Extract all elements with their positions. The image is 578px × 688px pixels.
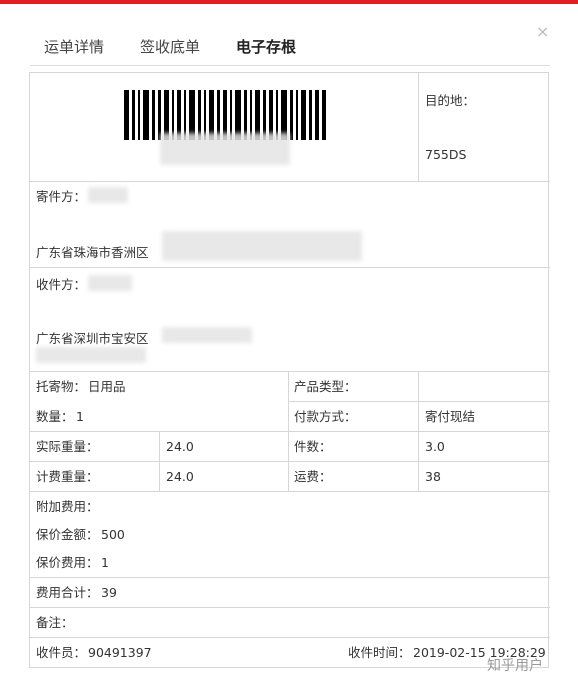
tab-receipt-bottom[interactable]: 签收底单 — [140, 36, 200, 57]
tab-electronic-stub[interactable]: 电子存根 — [236, 36, 296, 57]
fee-total-label: 费用合计： — [36, 585, 99, 600]
pieces-label: 件数： — [294, 439, 332, 454]
pieces-value: 3.0 — [425, 439, 445, 454]
divider — [30, 181, 550, 182]
divider — [30, 637, 550, 638]
fee-total-value: 39 — [101, 585, 117, 600]
tab-bar: 运单详情 签收底单 电子存根 — [30, 30, 550, 66]
insurance-fee-label: 保价费用： — [36, 555, 99, 570]
freight-value: 38 — [425, 469, 441, 484]
waybill-stub-card: 目的地： 755DS 寄件方： 广东省珠海市香洲区 收件方： 广东省深圳市宝安区… — [29, 72, 550, 668]
product-type-label: 产品类型： — [294, 379, 357, 394]
quantity-label: 数量： — [36, 409, 74, 424]
receiver-label: 收件方： — [36, 277, 87, 292]
divider — [418, 73, 419, 181]
tab-waybill-details[interactable]: 运单详情 — [44, 36, 104, 57]
pickup-time-label: 收件时间： — [348, 645, 411, 660]
divider — [30, 371, 550, 372]
redacted-sender-name — [88, 187, 128, 203]
receiver-address: 广东省深圳市宝安区 — [36, 331, 149, 346]
actual-weight-label: 实际重量： — [36, 439, 99, 454]
collector-value: 90491397 — [88, 645, 152, 660]
insured-amount-label: 保价金额： — [36, 527, 99, 542]
goods-value: 日用品 — [88, 379, 126, 394]
divider — [30, 431, 550, 432]
divider — [30, 577, 550, 578]
quantity-value: 1 — [76, 409, 84, 424]
payment-label: 付款方式： — [294, 409, 357, 424]
divider — [30, 607, 550, 608]
sender-address: 广东省珠海市香洲区 — [36, 245, 149, 260]
destination-label: 目的地： — [425, 93, 476, 108]
freight-label: 运费： — [294, 469, 332, 484]
payment-value: 寄付现结 — [425, 409, 476, 424]
redacted-receiver-address — [162, 327, 252, 343]
billed-weight-label: 计费重量： — [36, 469, 99, 484]
divider — [418, 371, 419, 491]
collector-label: 收件员： — [36, 645, 87, 660]
close-icon[interactable]: × — [536, 24, 549, 40]
remarks-label: 备注： — [36, 615, 74, 630]
sender-label: 寄件方： — [36, 189, 87, 204]
divider — [288, 371, 289, 491]
goods-label: 托寄物： — [36, 379, 87, 394]
divider — [30, 461, 550, 462]
redacted-tracking-number — [160, 133, 290, 165]
billed-weight-value: 24.0 — [166, 469, 194, 484]
zhihu-watermark: 知乎用户 — [487, 658, 543, 674]
extra-fees-label: 附加费用： — [36, 499, 99, 514]
destination-value: 755DS — [425, 147, 467, 162]
redacted-sender-address — [162, 231, 362, 261]
divider — [30, 267, 550, 268]
insurance-fee-value: 1 — [101, 555, 109, 570]
top-accent-bar — [0, 0, 578, 4]
insured-amount-value: 500 — [101, 527, 125, 542]
divider — [288, 401, 550, 402]
redacted-receiver-address-line2 — [36, 347, 146, 363]
actual-weight-value: 24.0 — [166, 439, 194, 454]
divider — [30, 491, 550, 492]
divider — [159, 431, 160, 491]
redacted-receiver-name — [88, 275, 132, 291]
